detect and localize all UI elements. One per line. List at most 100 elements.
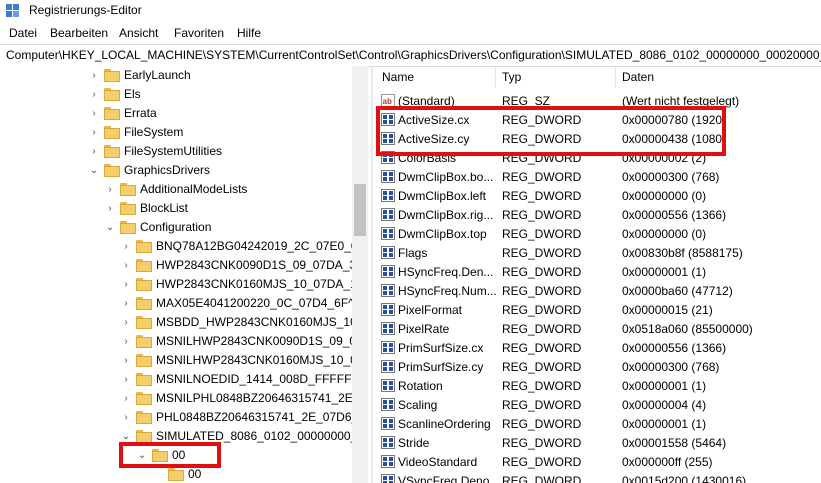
table-row[interactable]: Flags REG_DWORD 0x00830b8f (8588175): [374, 243, 821, 262]
table-row[interactable]: ScanlineOrdering REG_DWORD 0x00000001 (1): [374, 414, 821, 433]
chevron-right-icon[interactable]: ›: [120, 275, 132, 294]
value-data: 0x0518a060 (85500000): [622, 322, 753, 336]
key-tree[interactable]: › EarlyLaunch › Els › Errata › FileSystem › FileS…: [0, 66, 368, 483]
registry-editor-icon: [6, 4, 19, 17]
menu-bearbeiten[interactable]: Bearbeiten: [50, 26, 108, 40]
value-type: REG_DWORD: [502, 208, 582, 222]
window-title: Registrierungs-Editor: [29, 3, 142, 17]
value-data: 0x00000001 (1): [622, 265, 707, 279]
chevron-right-icon[interactable]: ›: [88, 85, 100, 104]
column-divider[interactable]: [495, 66, 496, 88]
chevron-right-icon[interactable]: ›: [120, 256, 132, 275]
chevron-right-icon[interactable]: ›: [120, 370, 132, 389]
folder-icon: [104, 107, 120, 120]
chevron-right-icon[interactable]: ›: [120, 294, 132, 313]
chevron-right-icon[interactable]: ›: [88, 66, 100, 85]
table-row[interactable]: Scaling REG_DWORD 0x00000004 (4): [374, 395, 821, 414]
chevron-right-icon[interactable]: ›: [120, 313, 132, 332]
dword-value-icon: [381, 208, 395, 221]
folder-icon: [136, 411, 152, 424]
tree-item-label: EarlyLaunch: [124, 68, 191, 82]
value-name: DwmClipBox.left: [398, 189, 487, 203]
tree-item-label: SIMULATED_8086_0102_00000000_000: [156, 429, 368, 443]
column-header-name[interactable]: Name: [382, 70, 414, 84]
value-name: VSyncFreq.Deno...: [398, 474, 500, 483]
table-row[interactable]: DwmClipBox.rig... REG_DWORD 0x00000556 (13…: [374, 205, 821, 224]
menu-bar: Datei Bearbeiten Ansicht Favoriten Hilfe: [0, 24, 821, 44]
table-row[interactable]: HSyncFreq.Num... REG_DWORD 0x0000ba60 (477…: [374, 281, 821, 300]
menu-datei[interactable]: Datei: [9, 26, 37, 40]
chevron-right-icon[interactable]: ›: [88, 142, 100, 161]
dword-value-icon: [381, 455, 395, 468]
menu-favoriten[interactable]: Favoriten: [174, 26, 224, 40]
dword-value-icon: [381, 265, 395, 278]
value-type: REG_DWORD: [502, 417, 582, 431]
chevron-right-icon[interactable]: ›: [120, 332, 132, 351]
table-row[interactable]: PrimSurfSize.cy REG_DWORD 0x00000300 (768): [374, 357, 821, 376]
folder-icon: [136, 259, 152, 272]
chevron-right-icon[interactable]: ›: [120, 237, 132, 256]
chevron-right-icon[interactable]: ›: [88, 123, 100, 142]
table-row[interactable]: PixelRate REG_DWORD 0x0518a060 (85500000): [374, 319, 821, 338]
column-header-data[interactable]: Daten: [622, 70, 654, 84]
column-divider[interactable]: [615, 66, 616, 88]
table-row[interactable]: Rotation REG_DWORD 0x00000001 (1): [374, 376, 821, 395]
dword-value-icon: [381, 284, 395, 297]
value-type: REG_DWORD: [502, 474, 582, 483]
menu-hilfe[interactable]: Hilfe: [237, 26, 261, 40]
folder-icon: [120, 221, 136, 234]
table-row[interactable]: DwmClipBox.bo... REG_DWORD 0x00000300 (768…: [374, 167, 821, 186]
chevron-down-icon[interactable]: ⌄: [88, 161, 100, 180]
tree-item-label: FileSystemUtilities: [124, 144, 223, 158]
table-row[interactable]: VSyncFreq.Deno... REG_DWORD 0x0015d200 (14…: [374, 471, 821, 483]
svg-text:ab: ab: [383, 97, 392, 106]
pane-splitter[interactable]: [371, 66, 373, 483]
table-row[interactable]: VideoStandard REG_DWORD 0x000000ff (255): [374, 452, 821, 471]
tree-item-label: FileSystem: [124, 125, 184, 139]
table-row[interactable]: DwmClipBox.top REG_DWORD 0x00000000 (0): [374, 224, 821, 243]
tree-scrollbar-thumb[interactable]: [354, 184, 366, 236]
table-row[interactable]: Stride REG_DWORD 0x00001558 (5464): [374, 433, 821, 452]
value-data: 0x000000ff (255): [622, 455, 713, 469]
value-type: REG_DWORD: [502, 322, 582, 336]
folder-icon: [120, 183, 136, 196]
folder-icon: [104, 126, 120, 139]
dword-value-icon: [381, 246, 395, 259]
address-bar[interactable]: Computer\HKEY_LOCAL_MACHINE\SYSTEM\Curre…: [0, 44, 821, 67]
table-row[interactable]: PixelFormat REG_DWORD 0x00000015 (21): [374, 300, 821, 319]
folder-icon: [120, 202, 136, 215]
tree-item-label: PHL0848BZ20646315741_2E_07D6_1B^: [156, 410, 368, 424]
column-header-type[interactable]: Typ: [502, 70, 521, 84]
value-type: REG_DWORD: [502, 189, 582, 203]
chevron-right-icon[interactable]: ›: [104, 180, 116, 199]
chevron-right-icon[interactable]: ›: [120, 351, 132, 370]
highlight-box-key-00: [119, 442, 221, 468]
dword-value-icon: [381, 322, 395, 335]
folder-icon: [136, 373, 152, 386]
menu-ansicht[interactable]: Ansicht: [119, 26, 158, 40]
chevron-right-icon[interactable]: ›: [104, 199, 116, 218]
chevron-down-icon[interactable]: ⌄: [104, 218, 116, 237]
value-name: HSyncFreq.Num...: [398, 284, 497, 298]
folder-icon: [136, 278, 152, 291]
value-type: REG_DWORD: [502, 246, 582, 260]
table-row[interactable]: DwmClipBox.left REG_DWORD 0x00000000 (0): [374, 186, 821, 205]
folder-icon: [136, 297, 152, 310]
tree-scrollbar[interactable]: [352, 66, 368, 483]
tree-item-label: GraphicsDrivers: [124, 163, 211, 177]
dword-value-icon: [381, 170, 395, 183]
tree-item-label: MSNILNOEDID_1414_008D_FFFFFFFF_: [156, 372, 368, 386]
folder-icon: [168, 468, 184, 481]
tree-item-label: MSNILHWP2843CNK0090D1S_09_07D: [156, 334, 368, 348]
value-name: VideoStandard: [398, 455, 478, 469]
chevron-right-icon[interactable]: ›: [120, 408, 132, 427]
table-row[interactable]: HSyncFreq.Den... REG_DWORD 0x00000001 (1): [374, 262, 821, 281]
value-type: REG_DWORD: [502, 455, 582, 469]
value-name: HSyncFreq.Den...: [398, 265, 494, 279]
chevron-right-icon[interactable]: ›: [120, 389, 132, 408]
tree-item-label: Errata: [124, 106, 157, 120]
chevron-right-icon[interactable]: ›: [88, 104, 100, 123]
folder-icon: [136, 335, 152, 348]
value-type: REG_DWORD: [502, 227, 582, 241]
table-row[interactable]: PrimSurfSize.cx REG_DWORD 0x00000556 (1366…: [374, 338, 821, 357]
